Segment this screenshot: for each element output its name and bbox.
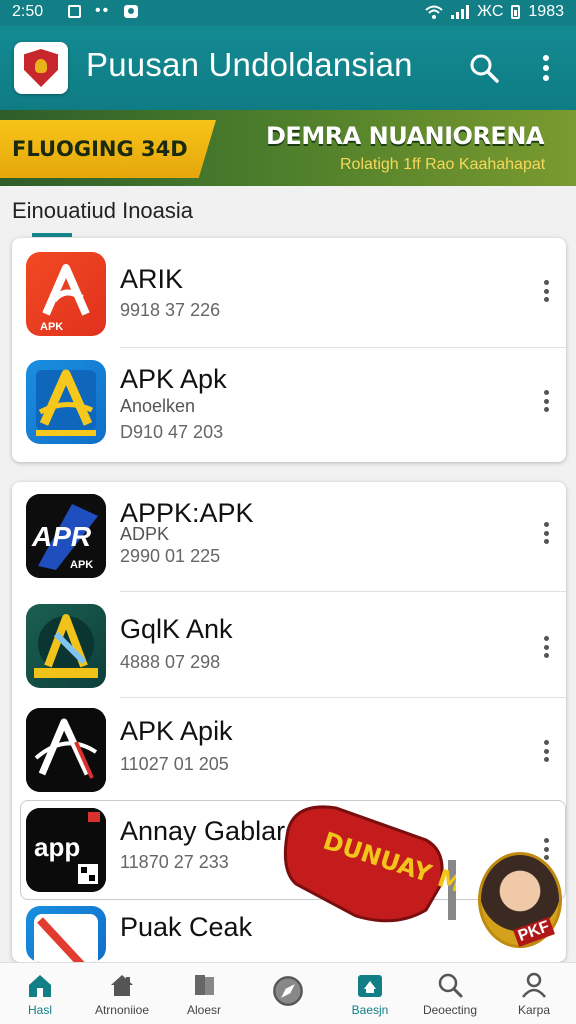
row-more-icon[interactable] (542, 636, 550, 658)
icon-label: APK (70, 559, 93, 571)
nav-label: Atrnoniioe (94, 1003, 150, 1017)
app-meta: 4888 07 298 (120, 652, 221, 672)
wifi-icon (425, 5, 443, 19)
book-icon (195, 975, 214, 995)
app-name: APK Apk (120, 364, 227, 394)
app-name: Puak Ceak (120, 912, 253, 942)
nav-item-profile[interactable]: Karpa (494, 971, 574, 1017)
app-title: Puusan Undoldansian (86, 46, 413, 83)
status-time: 2:50 (12, 3, 44, 20)
signal-icon (451, 5, 470, 19)
nav-item-search[interactable]: Deoecting (410, 971, 490, 1017)
app-meta: 11870 27 233 (120, 852, 229, 872)
nav-item-store[interactable]: Baesjn (330, 971, 410, 1017)
row-more-icon[interactable] (542, 390, 550, 412)
row-more-icon[interactable] (542, 740, 550, 762)
app-meta: 11027 01 205 (120, 754, 229, 774)
apr-black-icon: APR APK (26, 494, 106, 578)
notification-square-icon (68, 4, 81, 18)
house-icon (111, 975, 133, 996)
person-icon (522, 972, 546, 998)
compass-icon (273, 976, 303, 1006)
row-more-icon[interactable] (542, 522, 550, 544)
nav-label: Deoecting (422, 1003, 478, 1017)
apk-teal-icon (26, 604, 106, 688)
app-card-1: APK ARIK 9918 37 226 APK Apk Anoelken D9… (12, 238, 566, 462)
app-black-icon: app (26, 808, 106, 892)
app-name: Annay Gablar (120, 816, 286, 846)
nav-item-explore[interactable] (248, 971, 328, 1011)
notification-icons: •• (68, 2, 139, 19)
more-vert-icon[interactable] (536, 52, 556, 84)
list-item[interactable]: APK ARIK 9918 37 226 (12, 238, 566, 348)
list-item[interactable]: GqlK Ank 4888 07 298 (12, 592, 566, 698)
promo-sticker[interactable]: DUNUAY MOMIN (276, 800, 535, 930)
app-name: GqlK Ank (120, 614, 233, 644)
search-icon (438, 973, 463, 998)
banner-subtitle: Rolatigh 1ff Rao Kaahahapat (340, 156, 546, 173)
app-subtitle: ADPK (120, 524, 170, 544)
row-more-icon[interactable] (542, 838, 550, 860)
crest-logo-icon[interactable] (14, 42, 68, 94)
camera-notification-icon (124, 4, 139, 18)
app-subtitle: Anoelken (120, 396, 196, 416)
apk-dark-icon (26, 708, 106, 792)
status-right: ЖC 1983 (425, 3, 564, 21)
app-meta: 9918 37 226 (120, 300, 221, 320)
app-meta: D910 47 203 (120, 422, 224, 442)
network-label: ЖC (477, 3, 504, 20)
search-icon[interactable] (468, 52, 500, 84)
list-item[interactable]: APK Apik 11027 01 205 (12, 698, 566, 800)
notification-dots-icon: •• (95, 2, 111, 19)
apk-orange-icon: APK (26, 252, 106, 336)
bottom-navigation: Hasl Atrnoniioe Aloesr Baesjn Deoecting … (0, 962, 576, 1024)
battery-icon (511, 5, 521, 19)
store-icon (358, 975, 382, 997)
nav-item-home[interactable]: Hasl (0, 971, 80, 1017)
nav-label: Hasl (27, 1003, 52, 1017)
app-bar: Puusan Undoldansian (0, 26, 576, 110)
list-item[interactable]: APK Apk Anoelken D910 47 203 (12, 348, 566, 462)
row-more-icon[interactable] (542, 280, 550, 302)
app-meta: 2990 01 225 (120, 546, 221, 566)
app-name: ARIK (120, 264, 184, 294)
list-item[interactable]: APR APK APPK:APK ADPK 2990 01 225 (12, 482, 566, 592)
slash-blue-icon (26, 906, 106, 962)
nav-label: Aloesr (186, 1003, 221, 1017)
svg-text:APR: APR (31, 521, 92, 552)
apk-blue-icon (26, 360, 106, 444)
section-title: Einouatiud Inoasia (12, 198, 194, 223)
avatar-badge[interactable]: PKF (478, 852, 562, 948)
banner-tag: FLUOGING 34D (0, 120, 216, 178)
section-underline (32, 233, 72, 237)
nav-label: Karpa (517, 1003, 551, 1017)
icon-label: APK (40, 321, 63, 333)
nav-item-books[interactable]: Aloesr (164, 971, 244, 1017)
icon-label: app (34, 832, 80, 862)
banner-title: DEMRA NUANIORENA (266, 122, 544, 150)
home-icon (29, 975, 51, 997)
status-bar: 2:50 •• ЖC 1983 (0, 0, 576, 26)
nav-item-apps[interactable]: Atrnoniioe (82, 971, 162, 1017)
promo-banner[interactable]: FLUOGING 34D DEMRA NUANIORENA Rolatigh 1… (0, 110, 576, 186)
nav-label: Baesjn (351, 1003, 389, 1017)
battery-text: 1983 (528, 3, 564, 20)
app-name: APK Apik (120, 716, 233, 746)
shield-emblem (24, 49, 58, 87)
